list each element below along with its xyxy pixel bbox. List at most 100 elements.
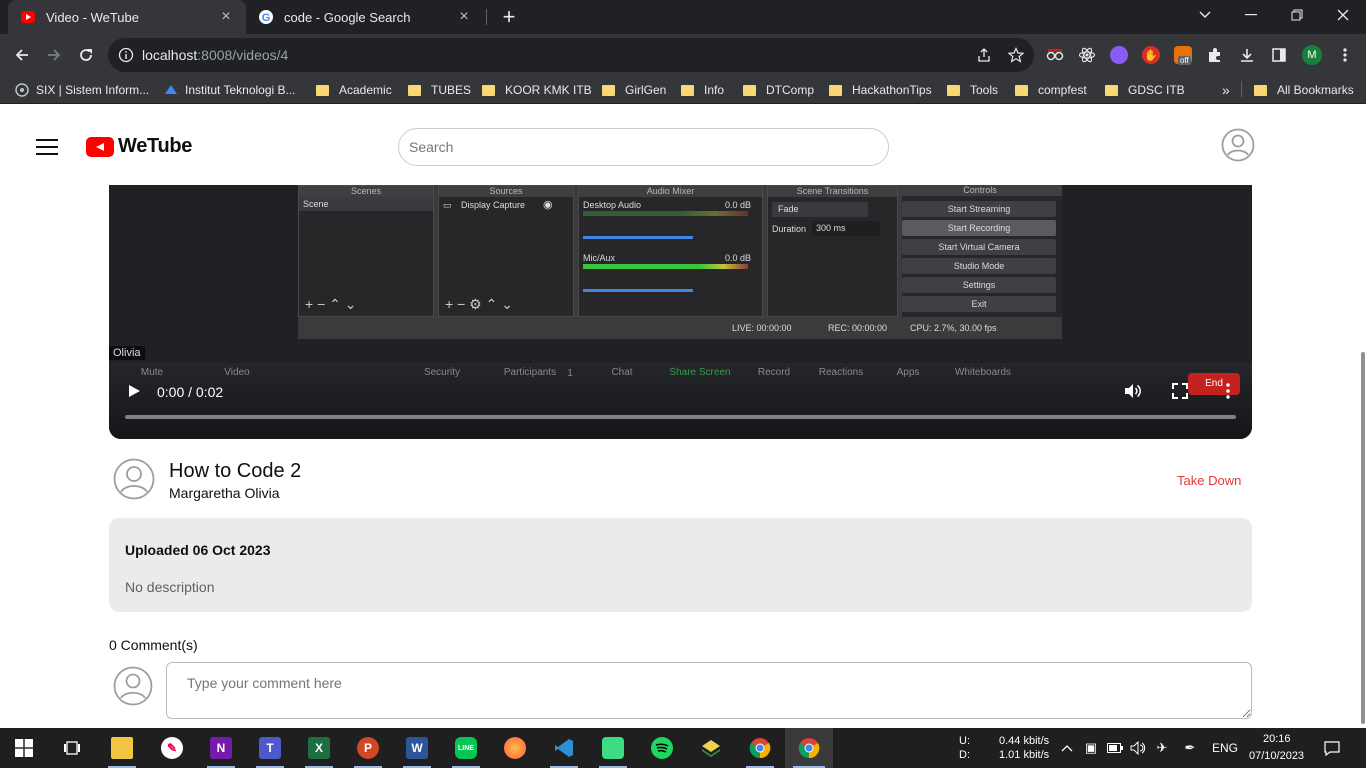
bookmark-folder-gdsc[interactable]: GDSC ITB — [1105, 81, 1185, 99]
bookmarks-overflow-icon[interactable]: » — [1222, 81, 1230, 99]
extension-purple-icon[interactable] — [1110, 46, 1128, 64]
video-player[interactable]: Scenes Scene + − ⌃ ⌄ Sources Display Cap… — [109, 185, 1252, 439]
profile-avatar[interactable]: M — [1302, 45, 1322, 65]
extension-badge: off — [1178, 56, 1191, 65]
file-explorer-icon[interactable] — [98, 728, 146, 768]
browser-toolbar: localhost:8008/videos/4 — [0, 34, 1366, 76]
clock-time[interactable]: 20:16 — [1263, 733, 1291, 745]
bookmark-folder-tools[interactable]: Tools — [947, 81, 998, 99]
bookmark-folder-info[interactable]: Info — [681, 81, 724, 99]
channel-name[interactable]: Margaretha Olivia — [169, 485, 280, 501]
forward-arrow-icon[interactable] — [42, 43, 66, 67]
notifications-icon[interactable] — [1324, 740, 1340, 756]
close-window-icon[interactable] — [1320, 0, 1366, 30]
bookmarks-divider — [1241, 81, 1242, 97]
extensions-puzzle-icon[interactable] — [1206, 46, 1224, 64]
tab-video-wetube[interactable]: Video - WeTube × — [8, 0, 246, 34]
chrome-icon[interactable] — [736, 728, 784, 768]
channel-avatar-icon[interactable] — [113, 458, 155, 500]
obs-status-live: LIVE: 00:00:00 — [732, 323, 792, 333]
video-progress-bar[interactable] — [125, 415, 1236, 419]
android-studio-icon[interactable] — [589, 728, 637, 768]
net-up-speed: 0.44 kbit/s — [999, 735, 1050, 747]
tab-google-search[interactable]: G code - Google Search × — [246, 0, 484, 34]
back-arrow-icon[interactable] — [10, 43, 34, 67]
wetube-logo-icon — [86, 136, 114, 157]
bookmark-star-icon[interactable] — [1008, 47, 1024, 63]
take-down-button[interactable]: Take Down — [1177, 473, 1241, 488]
restore-icon[interactable] — [1274, 0, 1320, 30]
word-icon[interactable]: W — [393, 728, 441, 768]
downloads-icon[interactable] — [1238, 46, 1256, 64]
tab-search-chevron-icon[interactable] — [1182, 0, 1228, 30]
description-box: Uploaded 06 Oct 2023 No description — [109, 518, 1252, 612]
extension-off-icon[interactable]: off — [1174, 46, 1192, 65]
obs-panel-title: Scenes — [299, 186, 433, 197]
search-input[interactable] — [398, 128, 889, 166]
reload-icon[interactable] — [74, 43, 98, 67]
all-bookmarks[interactable]: All Bookmarks — [1254, 81, 1354, 99]
obs-start-recording: Start Recording — [902, 220, 1056, 236]
clock-date[interactable]: 07/10/2023 — [1249, 750, 1304, 762]
bookmark-folder-tubes[interactable]: TUBES — [408, 81, 471, 99]
kebab-menu-icon[interactable] — [1336, 46, 1354, 64]
pen-icon[interactable]: ✒ — [1182, 740, 1198, 756]
play-icon[interactable] — [127, 384, 141, 398]
bookmark-folder-koor[interactable]: KOOR KMK ITB — [482, 81, 592, 99]
comment-input[interactable] — [166, 662, 1252, 719]
obs-mic-aux: Mic/Aux — [583, 253, 616, 263]
itb-site-icon — [165, 85, 177, 94]
volume-icon[interactable] — [1123, 382, 1141, 400]
language-indicator[interactable]: ENG — [1212, 741, 1238, 755]
paint-icon[interactable]: ✎ — [148, 728, 196, 768]
close-icon[interactable]: × — [218, 9, 234, 25]
user-avatar-icon[interactable] — [1221, 128, 1255, 162]
powerpoint-icon[interactable]: P — [344, 728, 392, 768]
extension-hand-icon[interactable]: ✋ — [1142, 46, 1160, 64]
side-panel-icon[interactable] — [1270, 46, 1288, 64]
share-icon[interactable] — [976, 47, 992, 63]
folder-icon — [482, 84, 495, 96]
teams-icon[interactable]: T — [246, 728, 294, 768]
minimize-icon[interactable] — [1228, 0, 1274, 30]
scrollbar-thumb[interactable] — [1361, 352, 1365, 724]
start-windows-icon[interactable] — [0, 728, 48, 768]
address-bar[interactable]: localhost:8008/videos/4 — [108, 38, 1034, 72]
hamburger-menu-icon[interactable] — [36, 139, 58, 155]
close-icon[interactable]: × — [456, 9, 472, 25]
bookmark-folder-compfest[interactable]: compfest — [1015, 81, 1087, 99]
google-favicon-icon: G — [259, 10, 273, 24]
site-info-icon[interactable] — [118, 47, 134, 63]
speaker-icon[interactable] — [1130, 740, 1146, 756]
show-hidden-icons-chevron-icon[interactable] — [1059, 740, 1075, 756]
excel-icon[interactable]: X — [295, 728, 343, 768]
spotify-icon[interactable] — [638, 728, 686, 768]
obs-source-item: Display Capture — [461, 200, 526, 210]
chrome-active-icon[interactable] — [785, 728, 833, 768]
obs-mic-meter — [583, 264, 748, 269]
wetube-logo[interactable]: WeTube — [86, 135, 192, 158]
bookmark-folder-dtcomp[interactable]: DTComp — [743, 81, 814, 99]
more-options-icon[interactable] — [1219, 382, 1237, 400]
vscode-icon[interactable] — [540, 728, 588, 768]
extension-react-icon[interactable] — [1078, 46, 1096, 64]
3d-app-icon[interactable] — [687, 728, 735, 768]
bookmark-folder-academic[interactable]: Academic — [316, 81, 392, 99]
bookmark-folder-girlgen[interactable]: GirlGen — [602, 81, 666, 99]
page-scrollbar[interactable] — [1360, 104, 1366, 728]
meet-now-icon[interactable]: ▣ — [1083, 740, 1099, 756]
battery-icon[interactable] — [1107, 740, 1123, 756]
onenote-icon[interactable]: N — [197, 728, 245, 768]
firefox-icon[interactable] — [491, 728, 539, 768]
bookmark-folder-hackathontips[interactable]: HackathonTips — [829, 81, 932, 99]
obs-audio-mixer-panel: Audio Mixer Desktop Audio 0.0 dB Mic/Aux… — [578, 185, 763, 317]
airplane-mode-icon[interactable]: ✈ — [1154, 740, 1170, 756]
bookmark-itb[interactable]: Institut Teknologi B... — [163, 81, 296, 99]
new-tab-icon[interactable]: + — [498, 6, 520, 28]
extension-spy-icon[interactable] — [1046, 46, 1064, 64]
meeting-security-label: Security — [423, 367, 461, 378]
bookmark-six[interactable]: SIX | Sistem Inform... — [14, 81, 149, 99]
task-view-icon[interactable] — [48, 728, 96, 768]
line-icon[interactable]: LINE — [442, 728, 490, 768]
fullscreen-icon[interactable] — [1171, 382, 1189, 400]
